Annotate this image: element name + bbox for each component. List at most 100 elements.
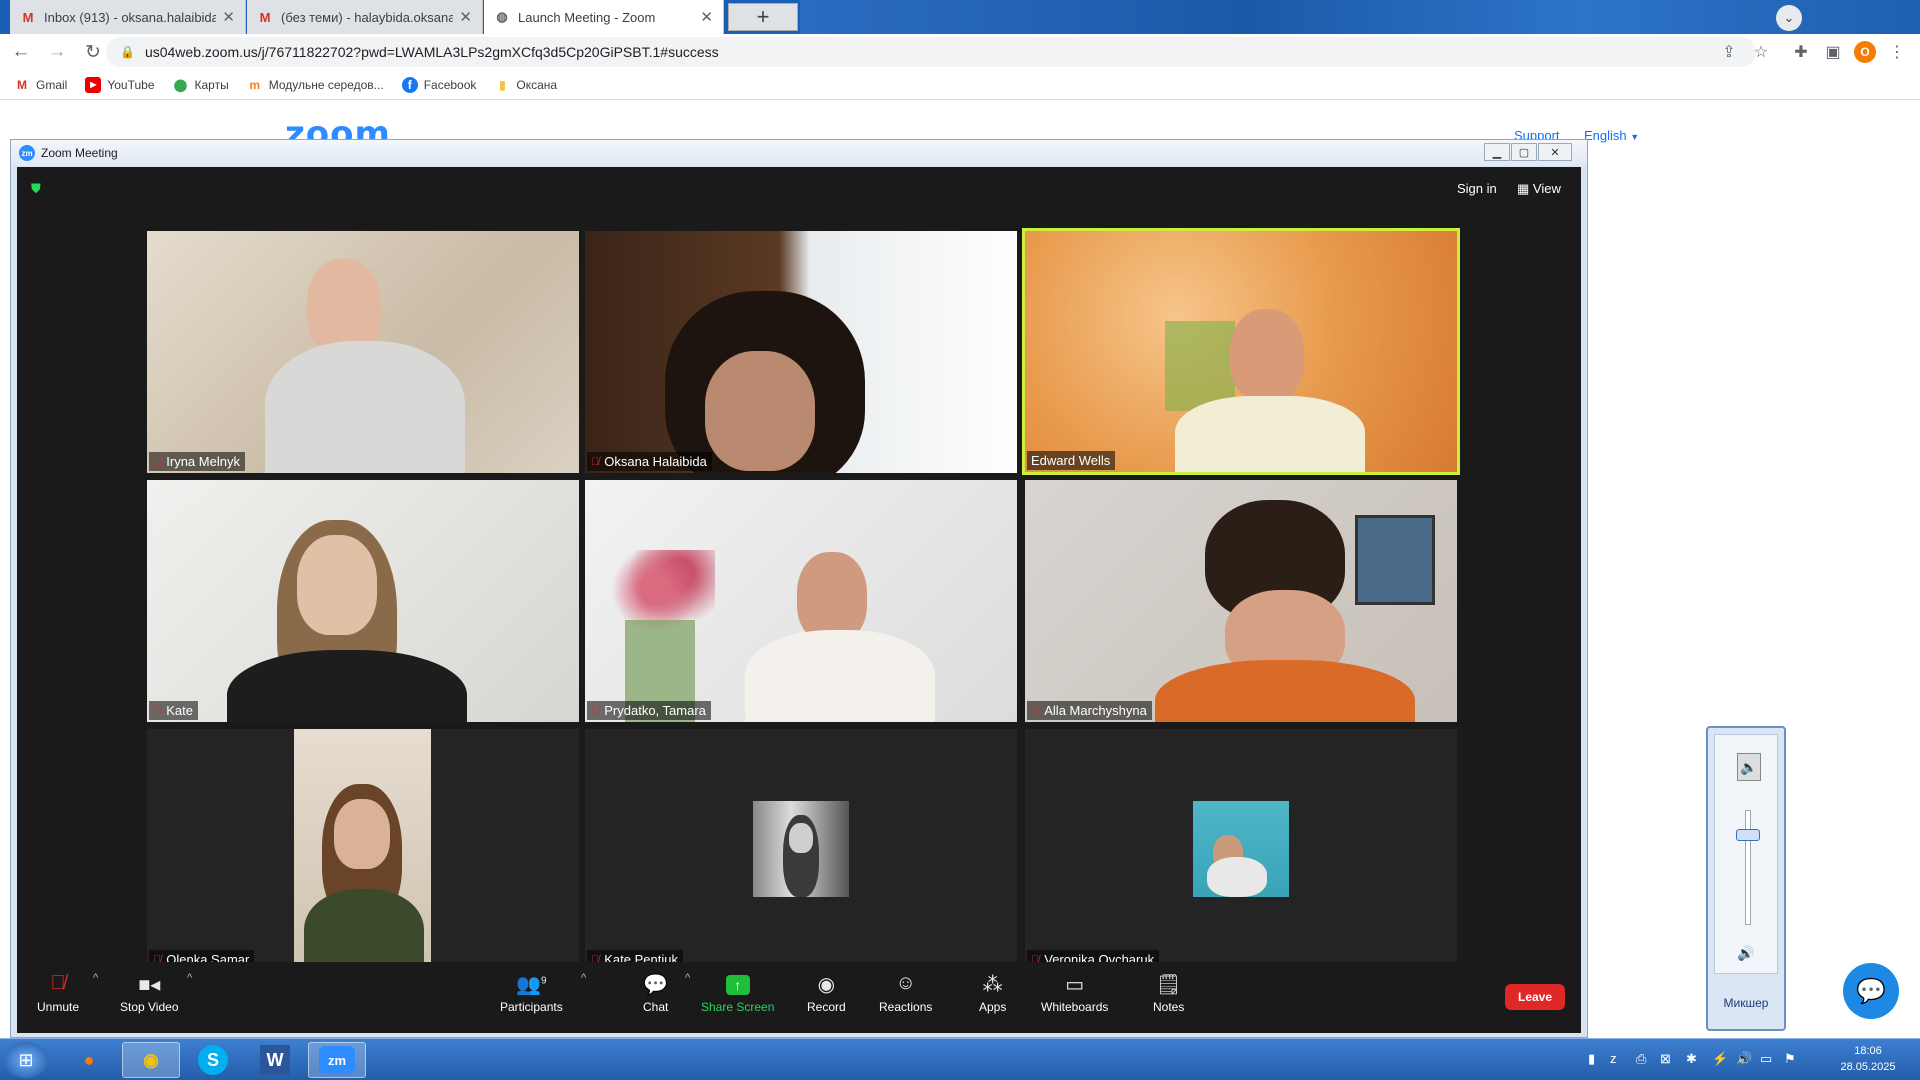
tray-bluetooth-icon[interactable]: ✱ bbox=[1686, 1051, 1697, 1067]
language-selector[interactable]: English ▼ bbox=[1584, 128, 1639, 143]
moodle-icon: m bbox=[249, 77, 261, 92]
forward-arrow-icon[interactable]: → bbox=[42, 37, 72, 67]
video-options-caret-icon[interactable]: ^ bbox=[187, 972, 192, 984]
minimize-button[interactable]: ▁ bbox=[1484, 143, 1510, 161]
participant-name-label: Edward Wells bbox=[1027, 451, 1116, 470]
grid-icon: ▦ bbox=[1517, 181, 1530, 196]
word-icon[interactable]: W bbox=[246, 1042, 304, 1078]
globe-icon: ◍ bbox=[496, 9, 508, 24]
tab-gmail-draft[interactable]: M (без теми) - halaybida.oksana@k ✕ bbox=[247, 0, 483, 34]
close-window-button[interactable]: ✕ bbox=[1538, 143, 1572, 161]
extensions-puzzle-icon[interactable]: ✚ bbox=[1790, 41, 1812, 63]
tray-printer-icon[interactable]: ⎙ bbox=[1636, 1051, 1646, 1067]
chat-bubble-icon: 💬 bbox=[643, 974, 669, 996]
bookmark-moodle[interactable]: m Модульне середов... bbox=[247, 77, 383, 93]
reload-icon[interactable]: ↻ bbox=[78, 37, 108, 67]
video-tile-alla-marchyshyna[interactable]: 🎙̸ Alla Marchyshyna bbox=[1025, 480, 1457, 722]
participant-name-label: 🎙̸ Kate bbox=[149, 701, 198, 720]
participants-options-caret-icon[interactable]: ^ bbox=[581, 972, 586, 984]
chat-options-caret-icon[interactable]: ^ bbox=[685, 972, 690, 984]
security-shield-icon[interactable]: ⛊ bbox=[31, 181, 45, 196]
audio-options-caret-icon[interactable]: ^ bbox=[93, 972, 98, 984]
url-field[interactable]: 🔒 us04web.zoom.us/j/76711822702?pwd=LWAM… bbox=[106, 37, 1756, 67]
unmute-button[interactable]: 🎙̸ Unmute bbox=[37, 972, 79, 1014]
video-tile-veronika-ovcharuk[interactable]: 🎙̸ Veronika Ovcharuk bbox=[1025, 729, 1457, 971]
close-icon[interactable]: ✕ bbox=[459, 8, 472, 26]
bookmark-facebook[interactable]: f Facebook bbox=[401, 76, 476, 93]
video-tile-kate-pentiuk[interactable]: 🎙̸ Kate Pentiuk bbox=[585, 729, 1017, 971]
chrome-icon[interactable]: ◉ bbox=[122, 1042, 180, 1078]
apps-button[interactable]: ⁂ Apps bbox=[979, 972, 1006, 1014]
menu-kebab-icon[interactable]: ⋮ bbox=[1886, 41, 1908, 63]
stop-video-button[interactable]: ■◂ Stop Video bbox=[120, 972, 179, 1014]
tab-launch-meeting[interactable]: ◍ Launch Meeting - Zoom ✕ bbox=[484, 0, 724, 34]
tray-power-icon[interactable]: ⚡ bbox=[1712, 1051, 1728, 1067]
video-tile-olenka-samar[interactable]: 🎙̸ Olenka Samar bbox=[147, 729, 579, 971]
tray-volume-icon[interactable]: 🔊 bbox=[1736, 1051, 1752, 1067]
support-chat-icon[interactable]: 💬 bbox=[1843, 963, 1899, 1019]
participants-button[interactable]: 👥9 Participants bbox=[500, 972, 563, 1014]
start-button[interactable]: ⊞ bbox=[4, 1042, 48, 1078]
firefox-icon[interactable]: ● bbox=[60, 1042, 118, 1078]
view-label: View bbox=[1532, 181, 1561, 196]
video-tile-iryna-melnyk[interactable]: 🎙̸ Iryna Melnyk bbox=[147, 231, 579, 473]
video-tile-edward-wells-active-speaker[interactable]: Edward Wells bbox=[1022, 228, 1460, 475]
bookmark-gmail[interactable]: M Gmail bbox=[14, 77, 67, 93]
chat-button[interactable]: 💬 Chat bbox=[643, 972, 668, 1014]
notes-button[interactable]: 🗒 Notes bbox=[1153, 972, 1184, 1014]
bookmark-maps[interactable]: ⬤ Карты bbox=[173, 77, 229, 93]
skype-icon[interactable]: S bbox=[184, 1042, 242, 1078]
tulips bbox=[595, 550, 715, 630]
tray-notification-icon[interactable]: ▮ bbox=[1588, 1051, 1595, 1067]
bookmark-star-icon[interactable]: ☆ bbox=[1750, 41, 1772, 63]
tab-inbox[interactable]: M Inbox (913) - oksana.halaibida@g ✕ bbox=[10, 0, 246, 34]
volume-slider-track[interactable] bbox=[1745, 810, 1751, 925]
bookmark-youtube[interactable]: ▶ YouTube bbox=[85, 76, 155, 93]
record-button[interactable]: ◉ Record bbox=[807, 972, 846, 1014]
muted-mic-icon: 🎙̸ bbox=[1031, 704, 1040, 717]
participant-figure bbox=[705, 351, 815, 471]
maximize-button[interactable]: ▢ bbox=[1511, 143, 1537, 161]
share-screen-button[interactable]: ↑ Share Screen bbox=[701, 972, 774, 1014]
bookmark-folder-oksana[interactable]: ▮ Оксана bbox=[494, 77, 557, 93]
volume-speaker-icon[interactable]: 🔊 bbox=[1737, 945, 1754, 962]
video-tile-oksana-halaibida[interactable]: 🎙̸ Oksana Halaibida bbox=[585, 231, 1017, 473]
muted-mic-icon: 🎙̸ bbox=[153, 704, 162, 717]
tab-search-chevron-icon[interactable]: ⌄ bbox=[1776, 5, 1802, 31]
speaker-device-icon[interactable]: 🔈 bbox=[1737, 753, 1761, 781]
reactions-button[interactable]: ☺ Reactions bbox=[879, 972, 932, 1014]
volume-slider-thumb[interactable] bbox=[1736, 829, 1760, 842]
participant-video bbox=[1025, 231, 1457, 472]
close-icon[interactable]: ✕ bbox=[700, 8, 713, 26]
folder-icon: ▮ bbox=[499, 77, 506, 92]
back-arrow-icon[interactable]: ← bbox=[6, 37, 36, 67]
tray-zoom-icon[interactable]: z bbox=[1610, 1051, 1617, 1066]
language-label: English bbox=[1584, 128, 1627, 143]
notes-label: Notes bbox=[1153, 1000, 1185, 1014]
participant-figure bbox=[1230, 309, 1304, 401]
reactions-label: Reactions bbox=[879, 1000, 933, 1014]
bookmark-label: Оксана bbox=[516, 77, 558, 92]
tray-flag-icon[interactable]: ⚑ bbox=[1784, 1051, 1796, 1067]
participants-label: Participants bbox=[500, 1000, 563, 1014]
tray-network-icon[interactable]: ⊠ bbox=[1660, 1051, 1671, 1067]
zoom-icon[interactable]: zm bbox=[308, 1042, 366, 1078]
tray-monitor-icon[interactable]: ▭ bbox=[1760, 1051, 1772, 1067]
leave-button[interactable]: Leave bbox=[1505, 984, 1565, 1010]
view-button[interactable]: ▦ View bbox=[1517, 181, 1561, 197]
sign-in-button[interactable]: Sign in bbox=[1457, 181, 1497, 196]
profile-avatar[interactable]: O bbox=[1854, 41, 1876, 63]
muted-mic-icon: 🎙̸ bbox=[153, 455, 162, 468]
close-icon[interactable]: ✕ bbox=[222, 8, 235, 26]
share-icon[interactable]: ⇪ bbox=[1718, 41, 1740, 63]
caret-down-icon: ▼ bbox=[1630, 132, 1640, 142]
bookmark-label: Gmail bbox=[36, 77, 68, 92]
video-tile-kate[interactable]: 🎙̸ Kate bbox=[147, 480, 579, 722]
new-tab-button[interactable]: + bbox=[728, 3, 798, 31]
whiteboards-button[interactable]: ▭ Whiteboards bbox=[1041, 972, 1108, 1014]
video-tile-prydatko-tamara[interactable]: 🎙̸ Prydatko, Tamara bbox=[585, 480, 1017, 722]
system-clock[interactable]: 18:06 28.05.2025 bbox=[1832, 1043, 1904, 1075]
mixer-link[interactable]: Микшер bbox=[1708, 996, 1784, 1010]
side-panel-icon[interactable]: ▣ bbox=[1822, 41, 1844, 63]
windows-taskbar: ⊞ ● ◉ S W zm ▮ z ⎙ ⊠ ✱ ⚡ 🔊 ▭ ⚑ 18:06 28.… bbox=[0, 1038, 1920, 1080]
